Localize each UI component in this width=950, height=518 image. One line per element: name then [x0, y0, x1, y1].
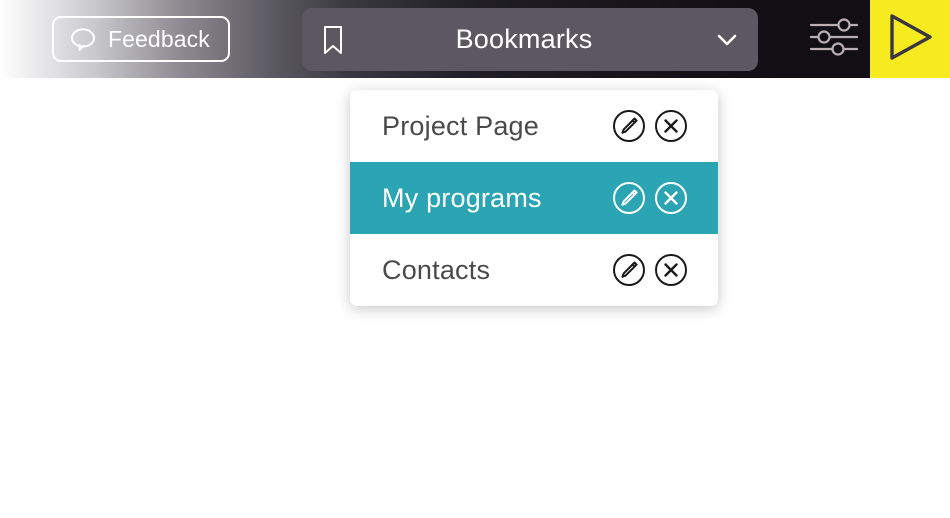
bookmarks-select[interactable]: Bookmarks: [302, 8, 758, 71]
feedback-label: Feedback: [108, 25, 210, 52]
top-toolbar: Feedback Bookmarks: [0, 0, 950, 78]
pencil-circle-icon[interactable]: [612, 181, 646, 215]
bookmark-item-actions: [612, 181, 688, 215]
speech-bubble-icon: [70, 27, 96, 51]
sliders-settings-icon: [808, 17, 860, 62]
bookmarks-dropdown-menu: Project Page My programs Contacts: [350, 90, 718, 306]
bookmark-item-actions: [612, 253, 688, 287]
pencil-circle-icon[interactable]: [612, 109, 646, 143]
bookmark-item-label: Project Page: [382, 110, 539, 141]
bookmark-item-label: My programs: [382, 182, 542, 213]
feedback-button[interactable]: Feedback: [52, 16, 230, 62]
bookmark-menu-item[interactable]: My programs: [350, 162, 718, 234]
close-circle-icon[interactable]: [654, 109, 688, 143]
bookmarks-select-label: Bookmarks: [455, 24, 593, 54]
bookmark-item-actions: [612, 109, 688, 143]
bookmark-menu-item[interactable]: Contacts: [350, 234, 718, 306]
bookmark-item-label: Contacts: [382, 254, 491, 285]
close-circle-icon[interactable]: [654, 181, 688, 215]
play-triangle-icon: [884, 12, 936, 67]
bookmark-menu-item[interactable]: Project Page: [350, 90, 718, 162]
pencil-circle-icon[interactable]: [612, 253, 646, 287]
toolbar-left-group: Feedback: [0, 0, 300, 78]
play-button[interactable]: [870, 0, 950, 78]
settings-sliders-button[interactable]: [798, 0, 870, 78]
chevron-down-icon[interactable]: [714, 32, 740, 48]
close-circle-icon[interactable]: [654, 253, 688, 287]
